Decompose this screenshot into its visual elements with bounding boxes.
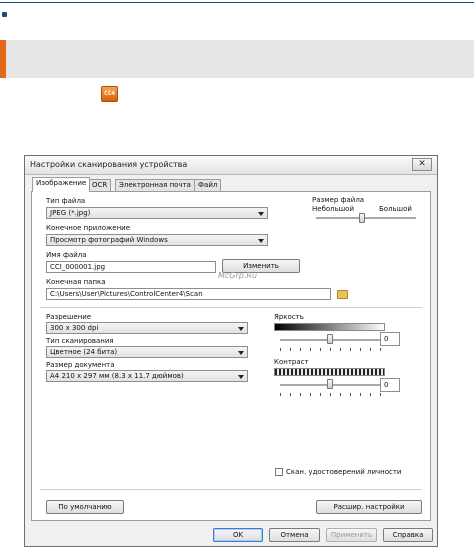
tick-mark <box>350 348 351 351</box>
resolution-select[interactable]: 300 x 300 dpi <box>46 322 248 334</box>
resolution-label: Разрешение <box>46 313 92 321</box>
target-app-select[interactable]: Просмотр фотографий Windows <box>46 234 268 246</box>
dialog-title: Настройки сканирования устройства <box>30 160 188 169</box>
file-type-value: JPEG (*.jpg) <box>50 209 91 217</box>
section-banner <box>0 40 474 78</box>
controlcenter-icon: CC4 <box>101 86 118 102</box>
resolution-value: 300 x 300 dpi <box>50 324 99 332</box>
target-app-label: Конечное приложение <box>46 224 131 232</box>
tick-mark <box>370 393 371 396</box>
destination-folder-input[interactable]: C:\Users\User\Pictures\ControlCenter4\Sc… <box>46 288 331 300</box>
chevron-down-icon <box>258 212 264 216</box>
tick-mark <box>300 393 301 396</box>
scan-type-value: Цветное (24 бита) <box>50 348 118 356</box>
contrast-gradient <box>274 368 385 376</box>
brightness-slider-thumb[interactable] <box>327 334 333 344</box>
divider <box>40 307 422 308</box>
banner-accent-bar <box>0 40 6 78</box>
tick-mark <box>290 348 291 351</box>
contrast-slider-thumb[interactable] <box>327 379 333 389</box>
bullet-icon <box>2 12 7 17</box>
tab-file[interactable]: Файл <box>194 179 222 191</box>
tick-mark <box>360 348 361 351</box>
tick-mark <box>300 348 301 351</box>
close-icon: ✕ <box>418 159 426 169</box>
default-button[interactable]: По умолчанию <box>46 500 124 514</box>
scan-settings-dialog: Настройки сканирования устройства ✕ Изоб… <box>24 155 438 547</box>
document-size-value: A4 210 x 297 мм (8.3 x 11.7 дюймов) <box>50 372 184 380</box>
brightness-label: Яркость <box>274 313 304 321</box>
contrast-ticks <box>280 393 381 396</box>
watermark: McGrp.Ru <box>218 271 258 280</box>
cancel-button[interactable]: Отмена <box>269 528 320 542</box>
brightness-input[interactable]: 0 <box>380 332 400 346</box>
target-app-value: Просмотр фотографий Windows <box>50 236 168 244</box>
divider <box>40 489 422 490</box>
file-name-input[interactable]: CCI_000001.jpg <box>46 261 216 273</box>
contrast-label: Контраст <box>274 358 309 366</box>
id-card-label: Скан. удостоверений личности <box>286 468 402 476</box>
tick-mark <box>330 393 331 396</box>
file-name-label: Имя файла <box>46 251 87 259</box>
tick-mark <box>380 348 381 351</box>
tick-mark <box>320 393 321 396</box>
tick-mark <box>360 393 361 396</box>
chevron-down-icon <box>238 375 244 379</box>
tick-mark <box>320 348 321 351</box>
file-size-slider-thumb[interactable] <box>359 213 365 223</box>
folder-icon[interactable] <box>337 290 348 299</box>
tick-mark <box>290 393 291 396</box>
document-size-label: Размер документа <box>46 361 115 369</box>
close-button[interactable]: ✕ <box>412 158 432 171</box>
file-size-min-label: Небольшой <box>312 205 355 213</box>
contrast-input[interactable]: 0 <box>380 378 400 392</box>
id-card-checkbox[interactable] <box>275 468 283 476</box>
top-rule <box>0 2 474 3</box>
tab-image[interactable]: Изображение <box>32 177 91 192</box>
apply-button[interactable]: Применить <box>326 528 377 542</box>
tab-ocr[interactable]: OCR <box>88 179 112 191</box>
tab-panel-image: Тип файла JPEG (*.jpg) Размер файла Небо… <box>31 191 431 521</box>
tick-mark <box>280 393 281 396</box>
tick-mark <box>350 393 351 396</box>
tick-mark <box>280 348 281 351</box>
file-size-slider-track <box>316 217 416 220</box>
tick-mark <box>380 393 381 396</box>
ok-button[interactable]: OK <box>213 528 263 542</box>
document-size-select[interactable]: A4 210 x 297 мм (8.3 x 11.7 дюймов) <box>46 370 248 382</box>
advanced-settings-button[interactable]: Расшир. настройки <box>316 500 422 514</box>
tick-mark <box>330 348 331 351</box>
brightness-gradient <box>274 323 385 331</box>
brightness-ticks <box>280 348 381 351</box>
file-type-label: Тип файла <box>46 197 86 205</box>
scan-type-label: Тип сканирования <box>46 337 114 345</box>
help-button[interactable]: Справка <box>383 528 433 542</box>
file-size-label: Размер файла <box>312 196 365 204</box>
tick-mark <box>340 393 341 396</box>
tab-email[interactable]: Электронная почта <box>115 179 195 191</box>
tick-mark <box>340 348 341 351</box>
title-bar: Настройки сканирования устройства ✕ <box>25 156 437 175</box>
scan-type-select[interactable]: Цветное (24 бита) <box>46 346 248 358</box>
chevron-down-icon <box>258 239 264 243</box>
tick-mark <box>310 393 311 396</box>
destination-folder-label: Конечная папка <box>46 278 106 286</box>
chevron-down-icon <box>238 351 244 355</box>
tick-mark <box>310 348 311 351</box>
file-size-max-label: Большой <box>379 205 412 213</box>
chevron-down-icon <box>238 327 244 331</box>
file-type-select[interactable]: JPEG (*.jpg) <box>46 207 268 219</box>
tick-mark <box>370 348 371 351</box>
